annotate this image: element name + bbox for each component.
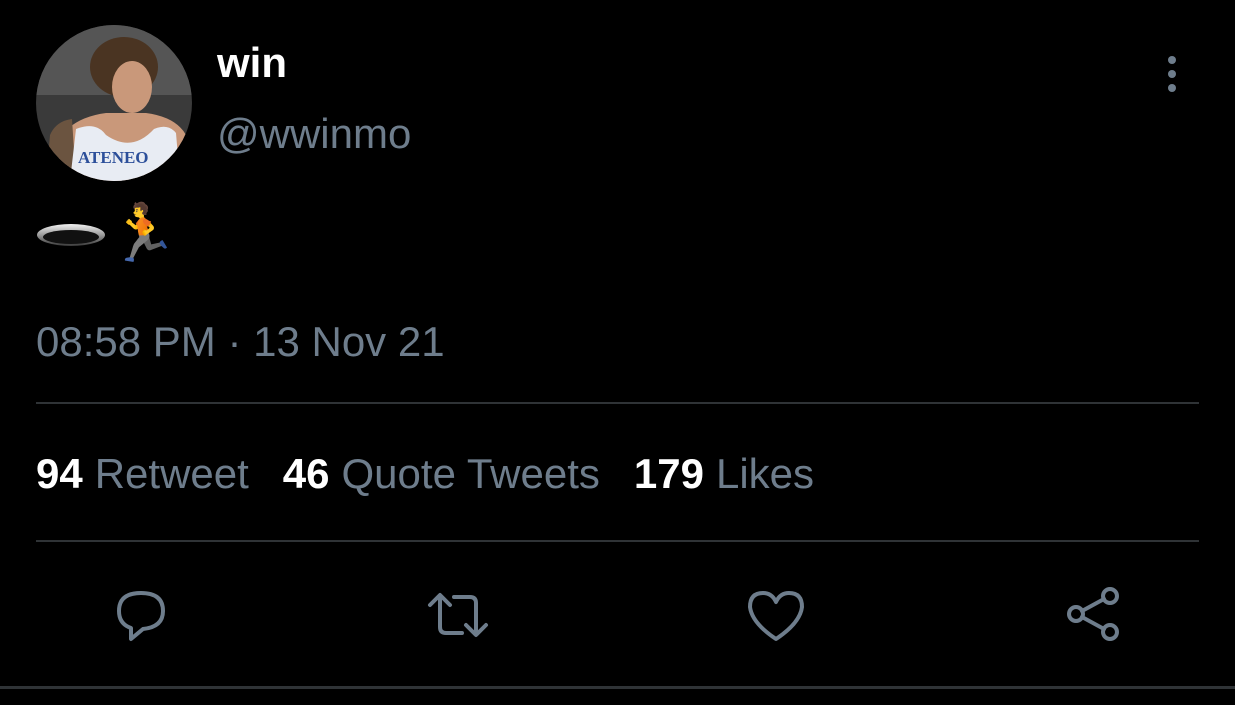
avatar[interactable]: ATENEO xyxy=(36,25,192,181)
divider-top xyxy=(36,402,1199,404)
tweet-detail: ATENEO win @wwinmo 🏃 08:58 PM · 13 Nov 2… xyxy=(0,0,1235,705)
retweet-button[interactable] xyxy=(426,583,490,647)
reply-button[interactable] xyxy=(109,583,173,647)
quote-count: 46 xyxy=(282,450,330,497)
retweet-count: 94 xyxy=(36,450,83,497)
bottom-divider xyxy=(0,686,1235,689)
timestamp[interactable]: 08:58 PM · 13 Nov 21 xyxy=(36,316,445,368)
like-button[interactable] xyxy=(744,583,808,647)
disc-emoji xyxy=(37,224,105,246)
display-name[interactable]: win xyxy=(217,38,287,88)
more-vertical-icon xyxy=(1168,56,1176,92)
like-label: Likes xyxy=(715,450,815,497)
tweet-text: 🏃 xyxy=(36,196,196,276)
heart-icon xyxy=(748,591,804,641)
share-button[interactable] xyxy=(1062,583,1126,647)
quote-count-stat[interactable]: 46 Quote Tweets xyxy=(283,448,600,500)
divider-bottom xyxy=(36,540,1199,542)
share-icon xyxy=(1067,587,1119,641)
reply-icon xyxy=(117,591,165,641)
retweet-label: Retweet xyxy=(94,450,249,497)
retweet-count-stat[interactable]: 94 Retweet xyxy=(36,448,249,500)
user-handle[interactable]: @wwinmo xyxy=(217,108,411,160)
avatar-image: ATENEO xyxy=(36,25,192,181)
quote-label: Quote Tweets xyxy=(341,450,600,497)
avatar-jersey-text: ATENEO xyxy=(78,148,149,167)
like-count: 179 xyxy=(633,450,704,497)
runner-emoji: 🏃 xyxy=(108,201,178,266)
more-options-button[interactable] xyxy=(1150,52,1194,96)
like-count-stat[interactable]: 179 Likes xyxy=(634,448,814,500)
engagement-stats: 94 Retweet 46 Quote Tweets 179 Likes xyxy=(36,448,814,500)
retweet-icon xyxy=(428,593,488,637)
